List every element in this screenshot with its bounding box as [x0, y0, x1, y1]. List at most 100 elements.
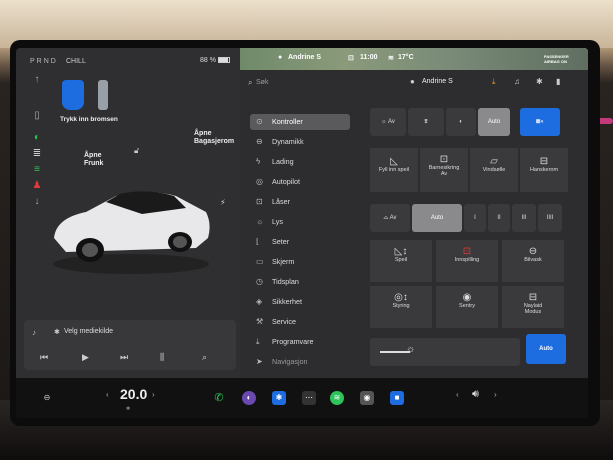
nav-item-laser[interactable]: ⊡ Låser: [250, 194, 350, 210]
volume-icon[interactable]: 🔊︎: [472, 388, 479, 401]
media-player: ♪ ✱ Velg mediekilde ⏮ ▶ ⏭ ⫼ ⌕: [24, 320, 236, 370]
nav-item-skjerm[interactable]: ▭ Skjerm: [250, 254, 350, 270]
search-icon[interactable]: ⌕: [248, 78, 252, 88]
steering-adjust-label: Styring: [392, 303, 410, 309]
bulb-icon: ☼: [256, 217, 264, 226]
wiper-speed-3[interactable]: III: [512, 204, 536, 232]
dashcam-button[interactable]: ⊡ Innspilling: [436, 240, 498, 282]
next-track-icon[interactable]: ⏭: [120, 352, 128, 363]
nav-item-dynamikk[interactable]: ⊖ Dynamikk: [250, 134, 350, 150]
brightness-auto-button[interactable]: Auto: [526, 334, 566, 364]
wiper-speed-2[interactable]: II: [488, 204, 510, 232]
wiper-speed-4[interactable]: IIII: [538, 204, 562, 232]
temp-up-chevron-icon[interactable]: ›: [152, 390, 155, 399]
fold-mirrors-button[interactable]: ◺ Fyll inn speil: [370, 148, 418, 192]
wiper-speed-1[interactable]: I: [464, 204, 486, 232]
nav-item-lading[interactable]: ϟ Lading: [250, 154, 350, 170]
passenger-airbag-status: PASSENGER AIRBAG ON: [544, 54, 569, 64]
car-icon: ⊖: [256, 137, 263, 146]
volume-down-chevron-icon[interactable]: ‹: [456, 390, 459, 399]
bluetooth-app-icon[interactable]: ✱: [272, 391, 286, 405]
bell-icon[interactable]: ♫: [514, 77, 520, 86]
tow-mode-button[interactable]: ⊟ Naylaid Modus: [502, 286, 564, 328]
climate-temperature[interactable]: 20.0: [120, 386, 147, 402]
lock-icon: ⊡: [256, 197, 263, 206]
open-trunk-button[interactable]: Åpne Bagasjerom: [194, 130, 234, 146]
bluetooth-icon[interactable]: ✱: [536, 77, 543, 86]
music-note-icon: ♪: [32, 328, 36, 337]
glovebox-button[interactable]: ⊟ Hanskerom: [520, 148, 568, 192]
window-lock-button[interactable]: ▱ Vindsølle: [470, 148, 518, 192]
low-beam-button[interactable]: ◐: [446, 108, 476, 136]
nav-item-seter[interactable]: ⌊ Seter: [250, 234, 350, 250]
wipers-off-button[interactable]: ⌓ Av: [370, 204, 410, 232]
apps-menu-icon[interactable]: ⋯: [302, 391, 316, 405]
window-icon: ▱: [490, 156, 498, 167]
nav-item-lys[interactable]: ☼ Lys: [250, 214, 350, 230]
mirror-adjust-button[interactable]: ◺↕ Speil: [370, 240, 432, 282]
gear-selector: PRND: [30, 58, 58, 65]
phone-icon[interactable]: ✆: [212, 391, 226, 405]
nav-item-service[interactable]: ⚒ Service: [250, 314, 350, 330]
avatar[interactable]: ●: [410, 77, 415, 86]
topbar-user[interactable]: Andrine S: [288, 54, 321, 61]
tow-mode-sub: Modus: [524, 309, 542, 315]
nav-item-navigasjon[interactable]: ➤ Navigasjon: [250, 354, 350, 370]
volume-up-chevron-icon[interactable]: ›: [494, 390, 497, 399]
nav-item-sikkerhet[interactable]: ◈ Sikkerhet: [250, 294, 350, 310]
topbar-lock-icon: ⊡: [348, 55, 354, 62]
brightness-slider[interactable]: ☼: [370, 338, 520, 366]
spotify-icon[interactable]: ≋: [330, 391, 344, 405]
nav-icon: ➤: [256, 357, 263, 366]
steering-adjust-button[interactable]: ◎↕ Styring: [370, 286, 432, 328]
fan-icon[interactable]: ✱: [126, 406, 130, 412]
car-wash-button[interactable]: ⊖ Bilvask: [502, 240, 564, 282]
search-input[interactable]: Søk: [256, 79, 268, 86]
brake-hint: Trykk inn bromsen: [60, 116, 118, 123]
brightness-sun-icon[interactable]: ☼: [406, 344, 415, 355]
app-icon[interactable]: ◐: [242, 391, 256, 405]
previous-track-icon[interactable]: ⏮: [40, 352, 48, 363]
nav-item-tidsplan[interactable]: ◷ Tidsplan: [250, 274, 350, 290]
parking-lights-button[interactable]: ⩩: [408, 108, 444, 136]
nav-label: Kontroller: [272, 117, 303, 126]
media-source-label[interactable]: Velg mediekilde: [64, 328, 113, 335]
nav-label: Låser: [272, 197, 290, 206]
nav-item-programvare[interactable]: ⤓ Programvare: [250, 334, 350, 350]
lights-off-button[interactable]: ☼ Av: [370, 108, 406, 136]
profile-name[interactable]: Andrine S: [422, 78, 453, 85]
seatbelt-warning-icon: ♟: [32, 180, 42, 191]
wipers-off-label: Av: [389, 215, 397, 221]
child-lock-button[interactable]: ⊡ Barnesikring Av: [420, 148, 468, 192]
settings-nav: ⊙ Kontroller ⊖ Dynamikk ϟ Lading ◎ Autopilot…: [240, 94, 360, 378]
lock-icon[interactable]: 🔓︎: [134, 146, 139, 156]
equalizer-icon[interactable]: ⫼: [160, 352, 164, 363]
sentry-label: Sentry: [459, 303, 475, 309]
temp-down-chevron-icon[interactable]: ‹: [106, 390, 109, 399]
open-frunk-button[interactable]: Åpne Frunk: [84, 152, 103, 168]
nav-item-autopilot[interactable]: ◎ Autopilot: [250, 174, 350, 190]
steering-adjust-icon: ◎↕: [394, 292, 408, 303]
play-icon[interactable]: ▶: [82, 352, 89, 363]
car-icon[interactable]: ⊖: [40, 391, 54, 405]
battery-indicator: 88 %: [200, 57, 230, 64]
lights-auto-button[interactable]: Auto: [478, 108, 510, 136]
dashcam-icon: ⊡: [462, 246, 472, 257]
auto-high-beam-button[interactable]: ≣◐: [520, 108, 560, 136]
mirror-adjust-icon: ◺↕: [394, 246, 408, 257]
camera-icon[interactable]: ◉: [360, 391, 374, 405]
profile-icon: ●: [278, 54, 283, 61]
drive-mode: CHILL: [66, 58, 86, 65]
wipers-auto-button[interactable]: Auto: [412, 204, 462, 232]
nav-label: Navigasjon: [272, 357, 308, 366]
download-update-icon[interactable]: ⤓: [492, 77, 496, 87]
gear-up-icon[interactable]: ↑: [30, 74, 44, 86]
media-search-icon[interactable]: ⌕: [202, 352, 207, 363]
charge-port-icon[interactable]: ⚡︎: [220, 198, 226, 207]
sentry-button[interactable]: ◉ Sentry: [436, 286, 498, 328]
fog-light-icon: ≡: [34, 164, 40, 175]
sun-icon: ☼: [381, 119, 388, 125]
nav-item-kontroller[interactable]: ⊙ Kontroller: [250, 114, 350, 130]
zoom-icon[interactable]: ■: [390, 391, 404, 405]
gear-down-icon[interactable]: ↓: [30, 196, 44, 208]
